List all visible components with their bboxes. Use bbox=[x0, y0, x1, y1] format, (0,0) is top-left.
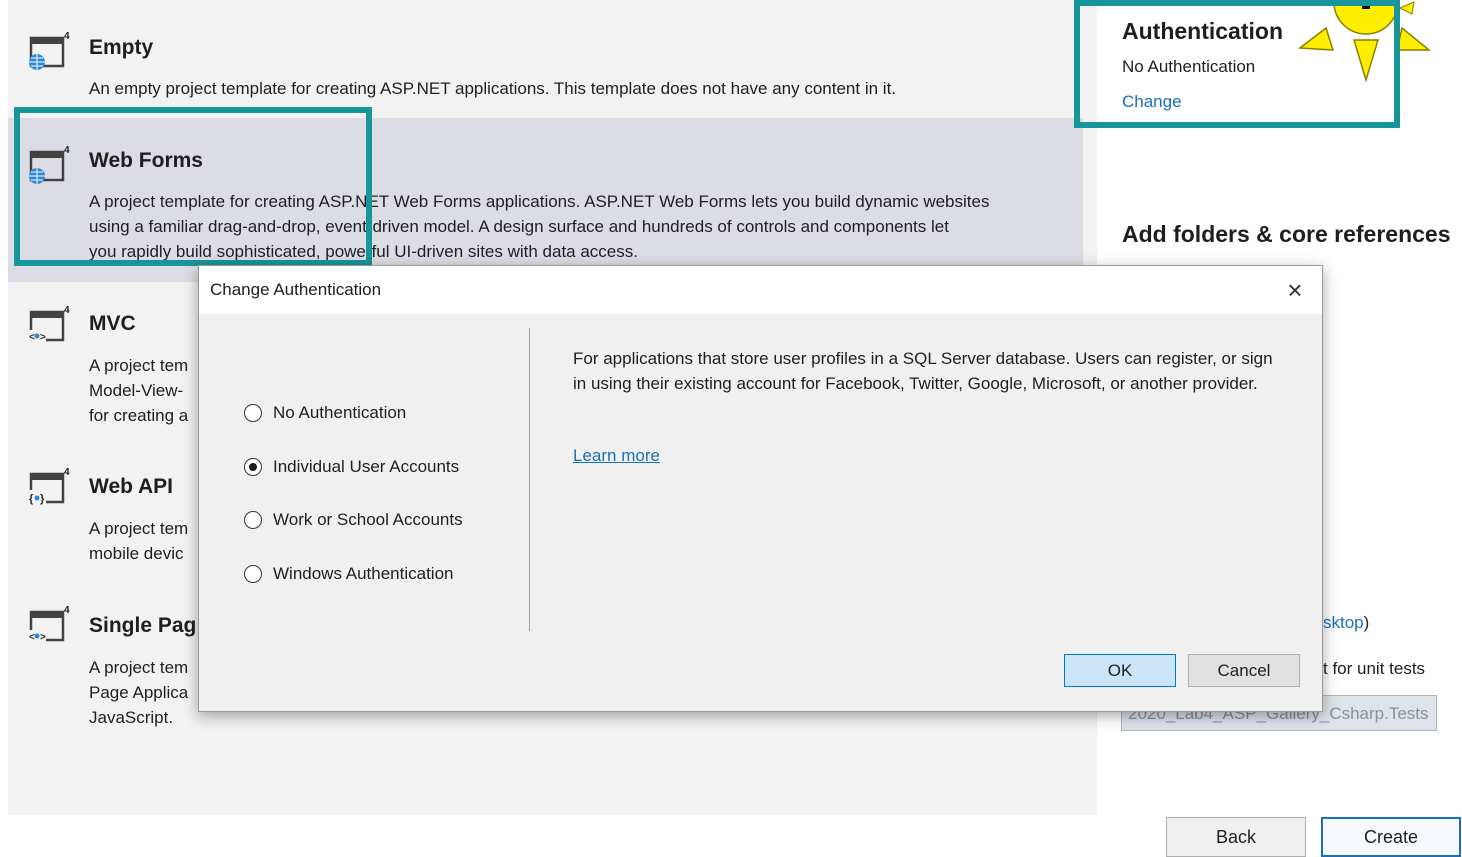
svg-text:}: } bbox=[40, 493, 45, 505]
authentication-description: For applications that store user profile… bbox=[573, 349, 1273, 393]
web-forms-highlight-box bbox=[14, 107, 372, 266]
create-button[interactable]: Create bbox=[1321, 817, 1461, 857]
svg-text:4: 4 bbox=[64, 31, 70, 42]
radio-button[interactable] bbox=[244, 511, 262, 529]
template-title: Empty bbox=[89, 36, 154, 59]
spa-project-icon: 4 < > bbox=[28, 605, 70, 643]
radio-no-authentication[interactable]: No Authentication bbox=[244, 403, 406, 423]
template-title: Single Pag bbox=[89, 614, 197, 637]
radio-individual-user-accounts[interactable]: Individual User Accounts bbox=[244, 457, 459, 477]
template-title: Web API bbox=[89, 475, 174, 498]
dialog-title: Change Authentication bbox=[210, 280, 382, 299]
svg-text:4: 4 bbox=[64, 467, 70, 478]
svg-text:{: { bbox=[29, 493, 34, 505]
partial-link-text[interactable]: sktop) bbox=[1323, 613, 1369, 633]
cancel-button[interactable]: Cancel bbox=[1188, 654, 1300, 687]
authentication-highlight-box bbox=[1074, 0, 1400, 128]
radio-label: Windows Authentication bbox=[273, 564, 454, 583]
svg-text:>: > bbox=[40, 632, 46, 643]
link-fragment[interactable]: sktop bbox=[1323, 613, 1364, 632]
radio-button[interactable] bbox=[244, 404, 262, 422]
ok-button[interactable]: OK bbox=[1064, 654, 1176, 687]
radio-button[interactable] bbox=[244, 565, 262, 583]
dialog-titlebar: Change Authentication × bbox=[199, 266, 1322, 314]
template-item-empty[interactable]: 4 Empty An empty project template for cr… bbox=[8, 0, 1083, 118]
svg-text:<: < bbox=[29, 632, 35, 643]
svg-text:4: 4 bbox=[64, 605, 70, 616]
radio-label: Work or School Accounts bbox=[273, 510, 463, 529]
back-button[interactable]: Back bbox=[1166, 817, 1306, 857]
template-description: An empty project template for creating A… bbox=[89, 76, 1079, 101]
template-title: MVC bbox=[89, 312, 136, 335]
description-line: An empty project template for creating A… bbox=[89, 79, 897, 98]
radio-label: Individual User Accounts bbox=[273, 457, 460, 476]
change-authentication-dialog: Change Authentication × No Authenticatio… bbox=[198, 265, 1323, 712]
svg-text:4: 4 bbox=[64, 305, 70, 316]
unit-tests-label: t for unit tests bbox=[1323, 659, 1426, 678]
svg-text:<: < bbox=[29, 332, 35, 343]
web-api-project-icon: 4 { } bbox=[28, 467, 70, 505]
close-icon[interactable]: × bbox=[1282, 277, 1308, 303]
svg-text:>: > bbox=[40, 332, 46, 343]
learn-more-link[interactable]: Learn more bbox=[573, 446, 660, 466]
dialog-divider bbox=[529, 328, 530, 631]
radio-button-selected[interactable] bbox=[244, 458, 262, 476]
web-project-icon: 4 bbox=[29, 31, 70, 70]
add-folders-heading: Add folders & core references bbox=[1122, 221, 1451, 247]
mvc-project-icon: 4 < > bbox=[28, 305, 70, 343]
radio-windows-authentication[interactable]: Windows Authentication bbox=[244, 564, 454, 584]
radio-label: No Authentication bbox=[273, 403, 407, 422]
radio-work-or-school-accounts[interactable]: Work or School Accounts bbox=[244, 510, 463, 530]
link-paren: ) bbox=[1363, 613, 1370, 632]
